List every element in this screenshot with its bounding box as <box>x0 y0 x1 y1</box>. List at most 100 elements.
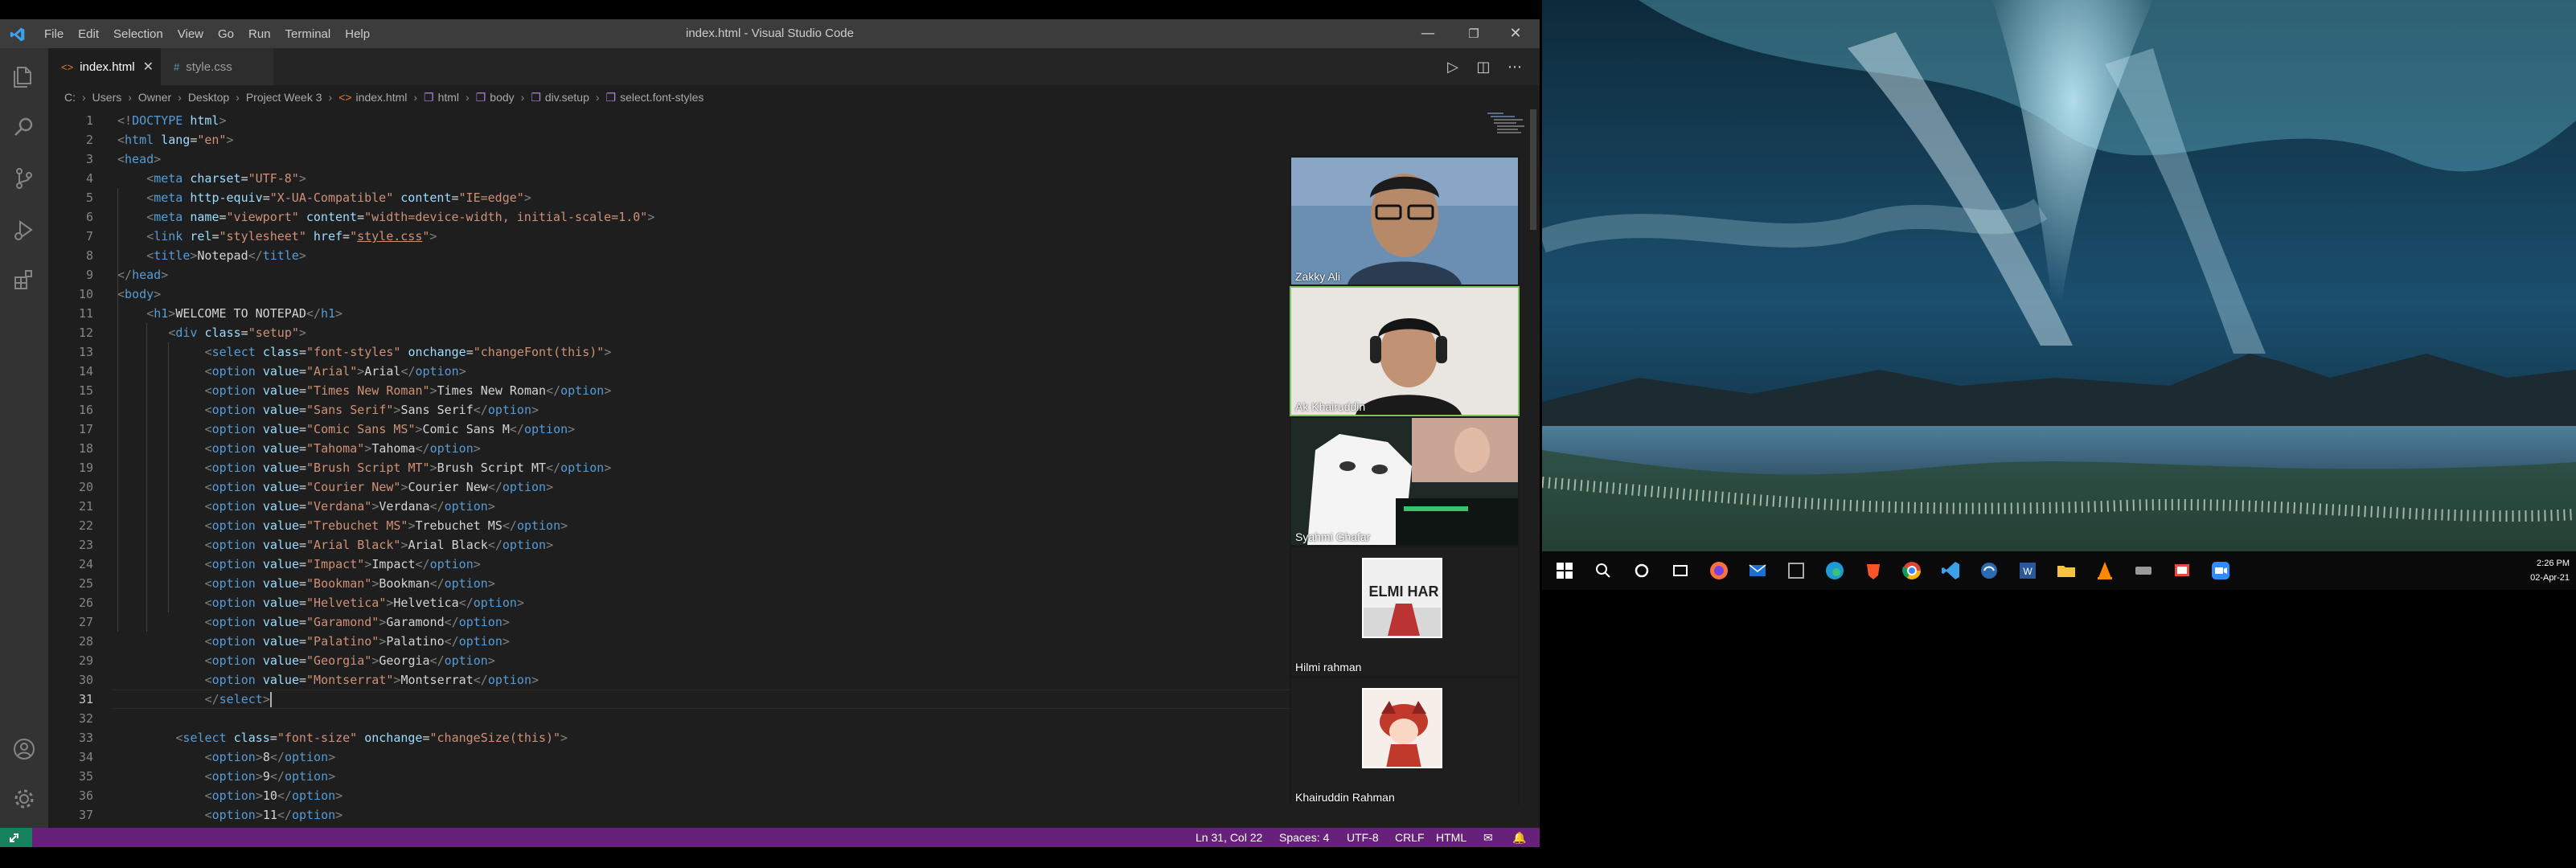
code-line[interactable]: 26 <option value="Helvetica">Helvetica</o… <box>48 593 1286 612</box>
end-of-line[interactable]: CRLF <box>1395 828 1425 847</box>
code-line[interactable]: 33 <select class="font-size" onchange="ch… <box>48 728 1286 747</box>
tab-style-css[interactable]: # style.css <box>161 48 273 85</box>
indentation[interactable]: Spaces: 4 <box>1279 828 1329 847</box>
chrome-icon[interactable] <box>1901 559 1923 582</box>
run-debug-icon[interactable] <box>11 217 37 243</box>
code-line[interactable]: 15 <option value="Times New Roman">Times … <box>48 381 1286 400</box>
menu-run[interactable]: Run <box>241 27 278 41</box>
code-line[interactable]: 36 <option>10</option> <box>48 786 1286 805</box>
breadcrumb-item[interactable]: body <box>490 91 514 104</box>
breadcrumb-item[interactable]: C: <box>64 91 76 104</box>
restore-icon[interactable]: ❐ <box>1455 19 1492 48</box>
code-line[interactable]: 5 <meta http-equiv="X-UA-Compatible" cont… <box>48 188 1286 207</box>
code-line[interactable]: 31 </select> <box>48 690 1286 709</box>
code-line[interactable]: 14 <option value="Arial">Arial</option> <box>48 362 1286 381</box>
code-line[interactable]: 7 <link rel="stylesheet" href="style.css"… <box>48 227 1286 246</box>
breadcrumb-item[interactable]: Project Week 3 <box>246 91 322 104</box>
menu-edit[interactable]: Edit <box>71 27 106 41</box>
system-clock[interactable]: 2:26 PM 02-Apr-21 <box>2530 556 2570 585</box>
code-line[interactable]: 29 <option value="Georgia">Georgia</optio… <box>48 651 1286 670</box>
breadcrumb-item[interactable]: Desktop <box>188 91 229 104</box>
code-line[interactable]: 30 <option value="Montserrat">Montserrat<… <box>48 670 1286 690</box>
settings-gear-icon[interactable] <box>11 786 37 812</box>
problems-indicator[interactable]: ⊗ 0 ⚠ 0 <box>40 828 79 847</box>
breadcrumb-item[interactable]: html <box>438 91 459 104</box>
code-line[interactable]: 28 <option value="Palatino">Palatino</opt… <box>48 632 1286 651</box>
drive-icon[interactable] <box>2132 559 2155 582</box>
menu-view[interactable]: View <box>170 27 211 41</box>
mail-icon[interactable] <box>1746 559 1769 582</box>
code-line[interactable]: 37 <option>11</option> <box>48 805 1286 825</box>
menu-file[interactable]: File <box>37 27 71 41</box>
code-line[interactable]: 25 <option value="Bookman">Bookman</optio… <box>48 574 1286 593</box>
code-line[interactable]: 17 <option value="Comic Sans MS">Comic Sa… <box>48 420 1286 439</box>
close-tab-icon[interactable]: ✕ <box>143 59 154 75</box>
vscode-icon[interactable] <box>1939 559 1962 582</box>
code-line[interactable]: 11 <h1>WELCOME TO NOTEPAD</h1> <box>48 304 1286 323</box>
code-line[interactable]: 19 <option value="Brush Script MT">Brush … <box>48 458 1286 477</box>
breadcrumb-item[interactable]: div.setup <box>545 91 589 104</box>
code-line[interactable]: 4 <meta charset="UTF-8"> <box>48 169 1286 188</box>
feedback-icon[interactable]: ✉ <box>1483 828 1493 847</box>
code-line[interactable]: 9 </head> <box>48 265 1286 285</box>
run-file-icon[interactable]: ▷ <box>1443 58 1462 77</box>
code-line[interactable]: 3 <head> <box>48 149 1286 169</box>
participant-tile[interactable]: Khairuddin Rahman <box>1291 678 1518 805</box>
code-line[interactable]: 32 <box>48 709 1286 728</box>
code-line[interactable]: 35 <option>9</option> <box>48 767 1286 786</box>
menu-go[interactable]: Go <box>211 27 241 41</box>
code-line[interactable]: 13 <select class="font-styles" onchange="… <box>48 342 1286 362</box>
code-line[interactable]: 27 <option value="Garamond">Garamond</opt… <box>48 612 1286 632</box>
code-line[interactable]: 2 <html lang="en"> <box>48 130 1286 149</box>
split-editor-icon[interactable]: ◫ <box>1474 58 1493 77</box>
more-actions-icon[interactable]: ⋯ <box>1505 58 1524 77</box>
code-line[interactable]: 34 <option>8</option> <box>48 747 1286 767</box>
task-view-icon[interactable] <box>1669 559 1692 582</box>
code-line[interactable]: 18 <option value="Tahoma">Tahoma</option> <box>48 439 1286 458</box>
file-explorer-icon[interactable] <box>2055 559 2078 582</box>
participant-tile[interactable]: Syahmi Ghafar <box>1291 418 1518 545</box>
breadcrumb-item[interactable]: Owner <box>138 91 171 104</box>
source-control-icon[interactable] <box>11 166 37 191</box>
vlc-icon[interactable] <box>2094 559 2116 582</box>
menu-help[interactable]: Help <box>338 27 377 41</box>
explorer-icon[interactable] <box>11 64 37 90</box>
code-line[interactable]: 8 <title>Notepad</title> <box>48 246 1286 265</box>
windows-start-icon[interactable] <box>1553 559 1576 582</box>
edge-icon[interactable] <box>1823 559 1846 582</box>
cursor-position[interactable]: Ln 31, Col 22 <box>1196 828 1262 847</box>
participant-tile[interactable]: Ak Khairuddin <box>1290 286 1520 416</box>
brave-icon[interactable] <box>1862 559 1885 582</box>
snip-icon[interactable] <box>2171 559 2193 582</box>
participant-tile[interactable]: ELMI HAR Hilmi rahman <box>1291 548 1518 675</box>
search-icon[interactable] <box>1592 559 1614 582</box>
zoom-icon[interactable] <box>2209 559 2232 582</box>
tab-index-html[interactable]: <> index.html ✕ <box>48 48 161 85</box>
notifications-bell-icon[interactable]: 🔔 <box>1512 828 1526 847</box>
code-line[interactable]: 1 <!DOCTYPE html> <box>48 111 1286 130</box>
browser-icon[interactable] <box>1978 559 2000 582</box>
code-line[interactable]: 20 <option value="Courier New">Courier Ne… <box>48 477 1286 497</box>
encoding[interactable]: UTF-8 <box>1347 828 1379 847</box>
app-icon[interactable] <box>1785 559 1807 582</box>
code-line[interactable]: 16 <option value="Sans Serif">Sans Serif<… <box>48 400 1286 420</box>
search-icon[interactable] <box>11 114 37 140</box>
extensions-icon[interactable] <box>11 267 37 293</box>
code-line[interactable]: 10 <body> <box>48 285 1286 304</box>
breadcrumb-item[interactable]: index.html <box>356 91 408 104</box>
minimize-icon[interactable]: — <box>1409 19 1446 48</box>
code-line[interactable]: 21 <option value="Verdana">Verdana</optio… <box>48 497 1286 516</box>
menu-terminal[interactable]: Terminal <box>278 27 338 41</box>
close-window-icon[interactable]: ✕ <box>1497 19 1534 48</box>
word-icon[interactable]: W <box>2016 559 2039 582</box>
breadcrumb-item[interactable]: Users <box>92 91 122 104</box>
code-line[interactable]: 22 <option value="Trebuchet MS">Trebuchet… <box>48 516 1286 535</box>
participant-tile[interactable]: Zakky Ali <box>1291 158 1518 285</box>
cortana-icon[interactable] <box>1631 559 1653 582</box>
firefox-icon[interactable] <box>1708 559 1730 582</box>
code-line[interactable]: 6 <meta name="viewport" content="width=de… <box>48 207 1286 227</box>
code-line[interactable]: 23 <option value="Arial Black">Arial Blac… <box>48 535 1286 555</box>
vertical-scrollbar[interactable] <box>1528 109 1539 825</box>
code-line[interactable]: 24 <option value="Impact">Impact</option> <box>48 555 1286 574</box>
account-icon[interactable] <box>11 736 37 762</box>
